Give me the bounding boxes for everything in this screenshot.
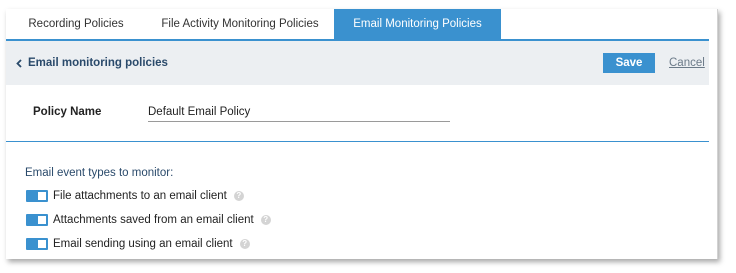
back-link-label: Email monitoring policies xyxy=(28,57,168,69)
event-row-email-sending: Email sending using an email client ? xyxy=(26,236,250,252)
save-button[interactable]: Save xyxy=(603,53,655,73)
chevron-left-icon xyxy=(16,58,22,68)
section-divider xyxy=(6,141,709,142)
tab-recording-policies[interactable]: Recording Policies xyxy=(6,9,146,39)
event-row-file-attachments: File attachments to an email client ? xyxy=(26,188,244,204)
file-attachments-toggle[interactable] xyxy=(26,190,48,202)
cancel-link[interactable]: Cancel xyxy=(669,55,705,71)
policy-tabs: Recording Policies File Activity Monitor… xyxy=(6,9,709,41)
policy-name-input[interactable] xyxy=(148,103,450,122)
event-label: Email sending using an email client xyxy=(53,238,233,250)
help-icon[interactable]: ? xyxy=(233,191,244,201)
event-label: File attachments to an email client xyxy=(53,190,227,202)
back-link[interactable]: Email monitoring policies xyxy=(16,55,168,71)
email-policy-panel: Recording Policies File Activity Monitor… xyxy=(6,9,718,259)
email-sending-toggle[interactable] xyxy=(26,238,48,250)
attachments-saved-toggle[interactable] xyxy=(26,214,48,226)
help-icon[interactable]: ? xyxy=(260,215,271,225)
tab-file-activity-monitoring-policies[interactable]: File Activity Monitoring Policies xyxy=(146,9,334,39)
toggle-knob xyxy=(38,192,46,200)
policy-name-label: Policy Name xyxy=(33,106,102,118)
toggle-knob xyxy=(38,240,46,248)
help-icon[interactable]: ? xyxy=(239,239,250,249)
toggle-knob xyxy=(38,216,46,224)
tab-email-monitoring-policies[interactable]: Email Monitoring Policies xyxy=(334,9,501,39)
page-header: Email monitoring policies Save Cancel xyxy=(6,41,709,85)
event-row-attachments-saved: Attachments saved from an email client ? xyxy=(26,212,271,228)
event-label: Attachments saved from an email client xyxy=(53,214,254,226)
email-events-title: Email event types to monitor: xyxy=(25,167,174,179)
